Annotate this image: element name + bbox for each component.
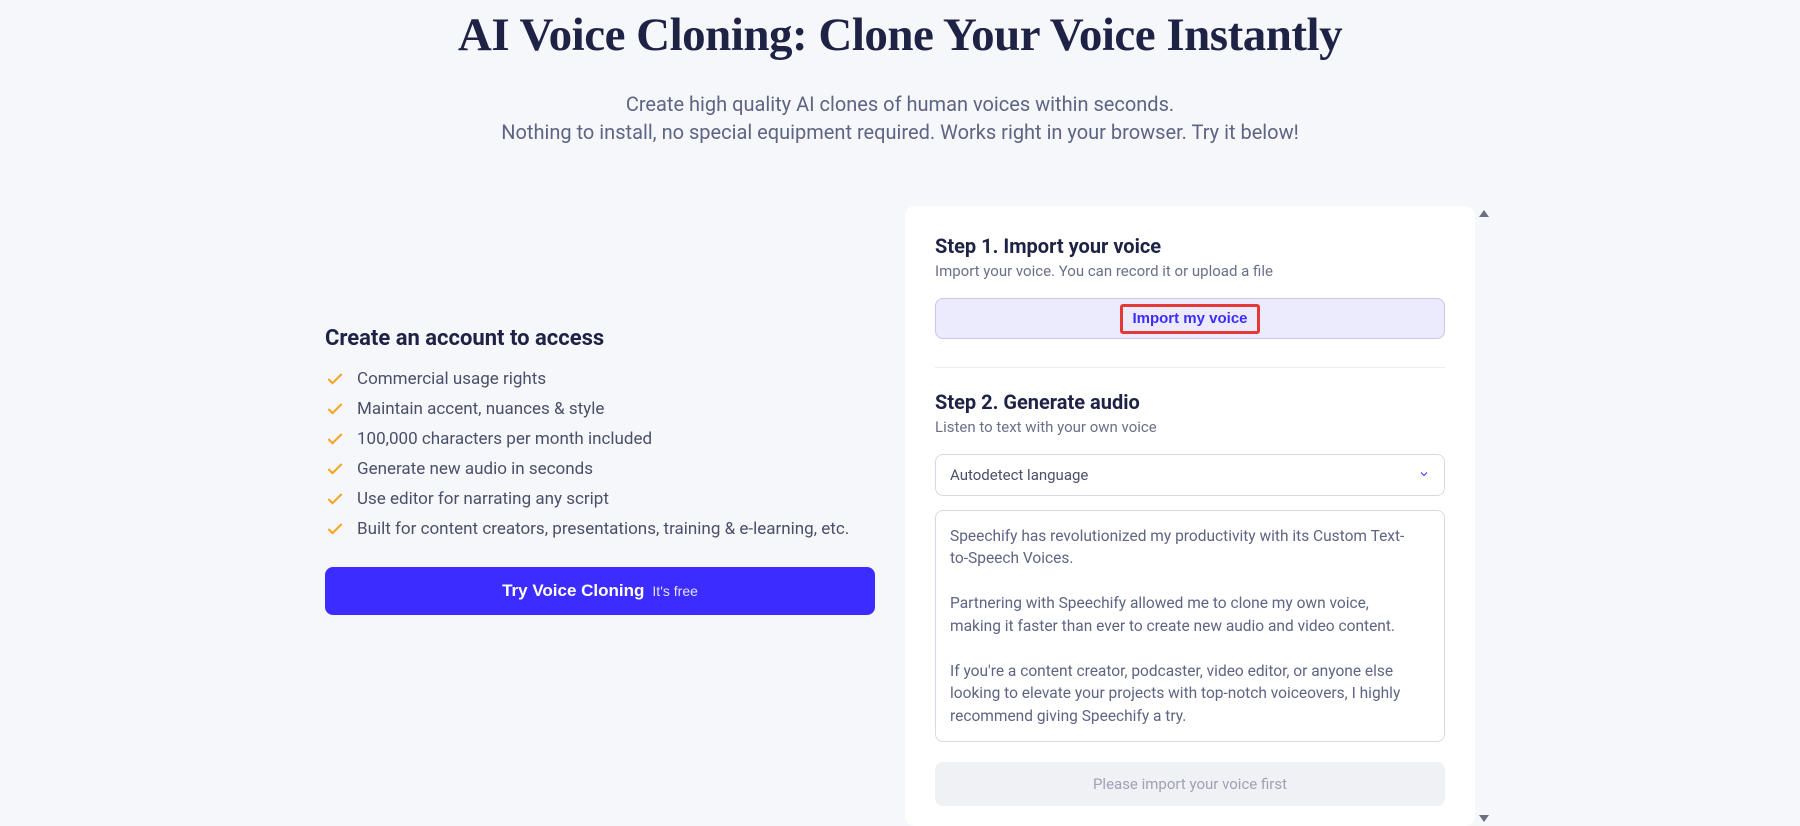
page-title: AI Voice Cloning: Clone Your Voice Insta… [0,0,1800,62]
generate-disabled-button: Please import your voice first [935,762,1445,806]
step1-title: Step 1. Import your voice [935,234,1445,258]
check-icon [325,399,345,419]
feature-text: Use editor for narrating any script [357,489,609,509]
feature-text: Built for content creators, presentation… [357,519,849,539]
feature-list: Commercial usage rights Maintain accent,… [325,369,875,539]
check-icon [325,519,345,539]
right-panel-wrap: Step 1. Import your voice Import your vo… [905,206,1475,826]
subtitle-line-1: Create high quality AI clones of human v… [0,90,1800,118]
check-icon [325,369,345,389]
chevron-down-icon [1418,466,1430,484]
cta-label: Try Voice Cloning [502,581,644,601]
feature-item: 100,000 characters per month included [325,429,875,449]
language-select[interactable]: Autodetect language [935,454,1445,496]
feature-item: Built for content creators, presentation… [325,519,875,539]
check-icon [325,489,345,509]
feature-text: Commercial usage rights [357,369,546,389]
feature-item: Commercial usage rights [325,369,875,389]
check-icon [325,459,345,479]
feature-text: 100,000 characters per month included [357,429,652,449]
panel-scroll-indicator [1479,206,1493,826]
step1-desc: Import your voice. You can record it or … [935,262,1445,280]
import-button-wrap: Import my voice [935,298,1445,339]
subtitle-line-2: Nothing to install, no special equipment… [0,118,1800,146]
feature-text: Maintain accent, nuances & style [357,399,604,419]
textarea-wrap [935,510,1445,746]
step2-title: Step 2. Generate audio [935,390,1445,414]
feature-text: Generate new audio in seconds [357,459,593,479]
left-column: Create an account to access Commercial u… [325,206,875,826]
right-panel: Step 1. Import your voice Import your vo… [905,206,1475,826]
try-voice-cloning-button[interactable]: Try Voice Cloning It's free [325,567,875,615]
divider [935,367,1445,368]
scroll-up-icon[interactable] [1479,210,1489,217]
cta-sublabel: It's free [652,583,697,599]
content-wrap: Create an account to access Commercial u… [0,146,1800,826]
script-textarea[interactable] [935,510,1445,742]
page-subtitle: Create high quality AI clones of human v… [0,90,1800,146]
feature-item: Generate new audio in seconds [325,459,875,479]
check-icon [325,429,345,449]
feature-item: Use editor for narrating any script [325,489,875,509]
account-heading: Create an account to access [325,326,875,351]
language-selected-value: Autodetect language [950,466,1088,484]
import-my-voice-button[interactable]: Import my voice [935,298,1445,339]
step2-desc: Listen to text with your own voice [935,418,1445,436]
feature-item: Maintain accent, nuances & style [325,399,875,419]
